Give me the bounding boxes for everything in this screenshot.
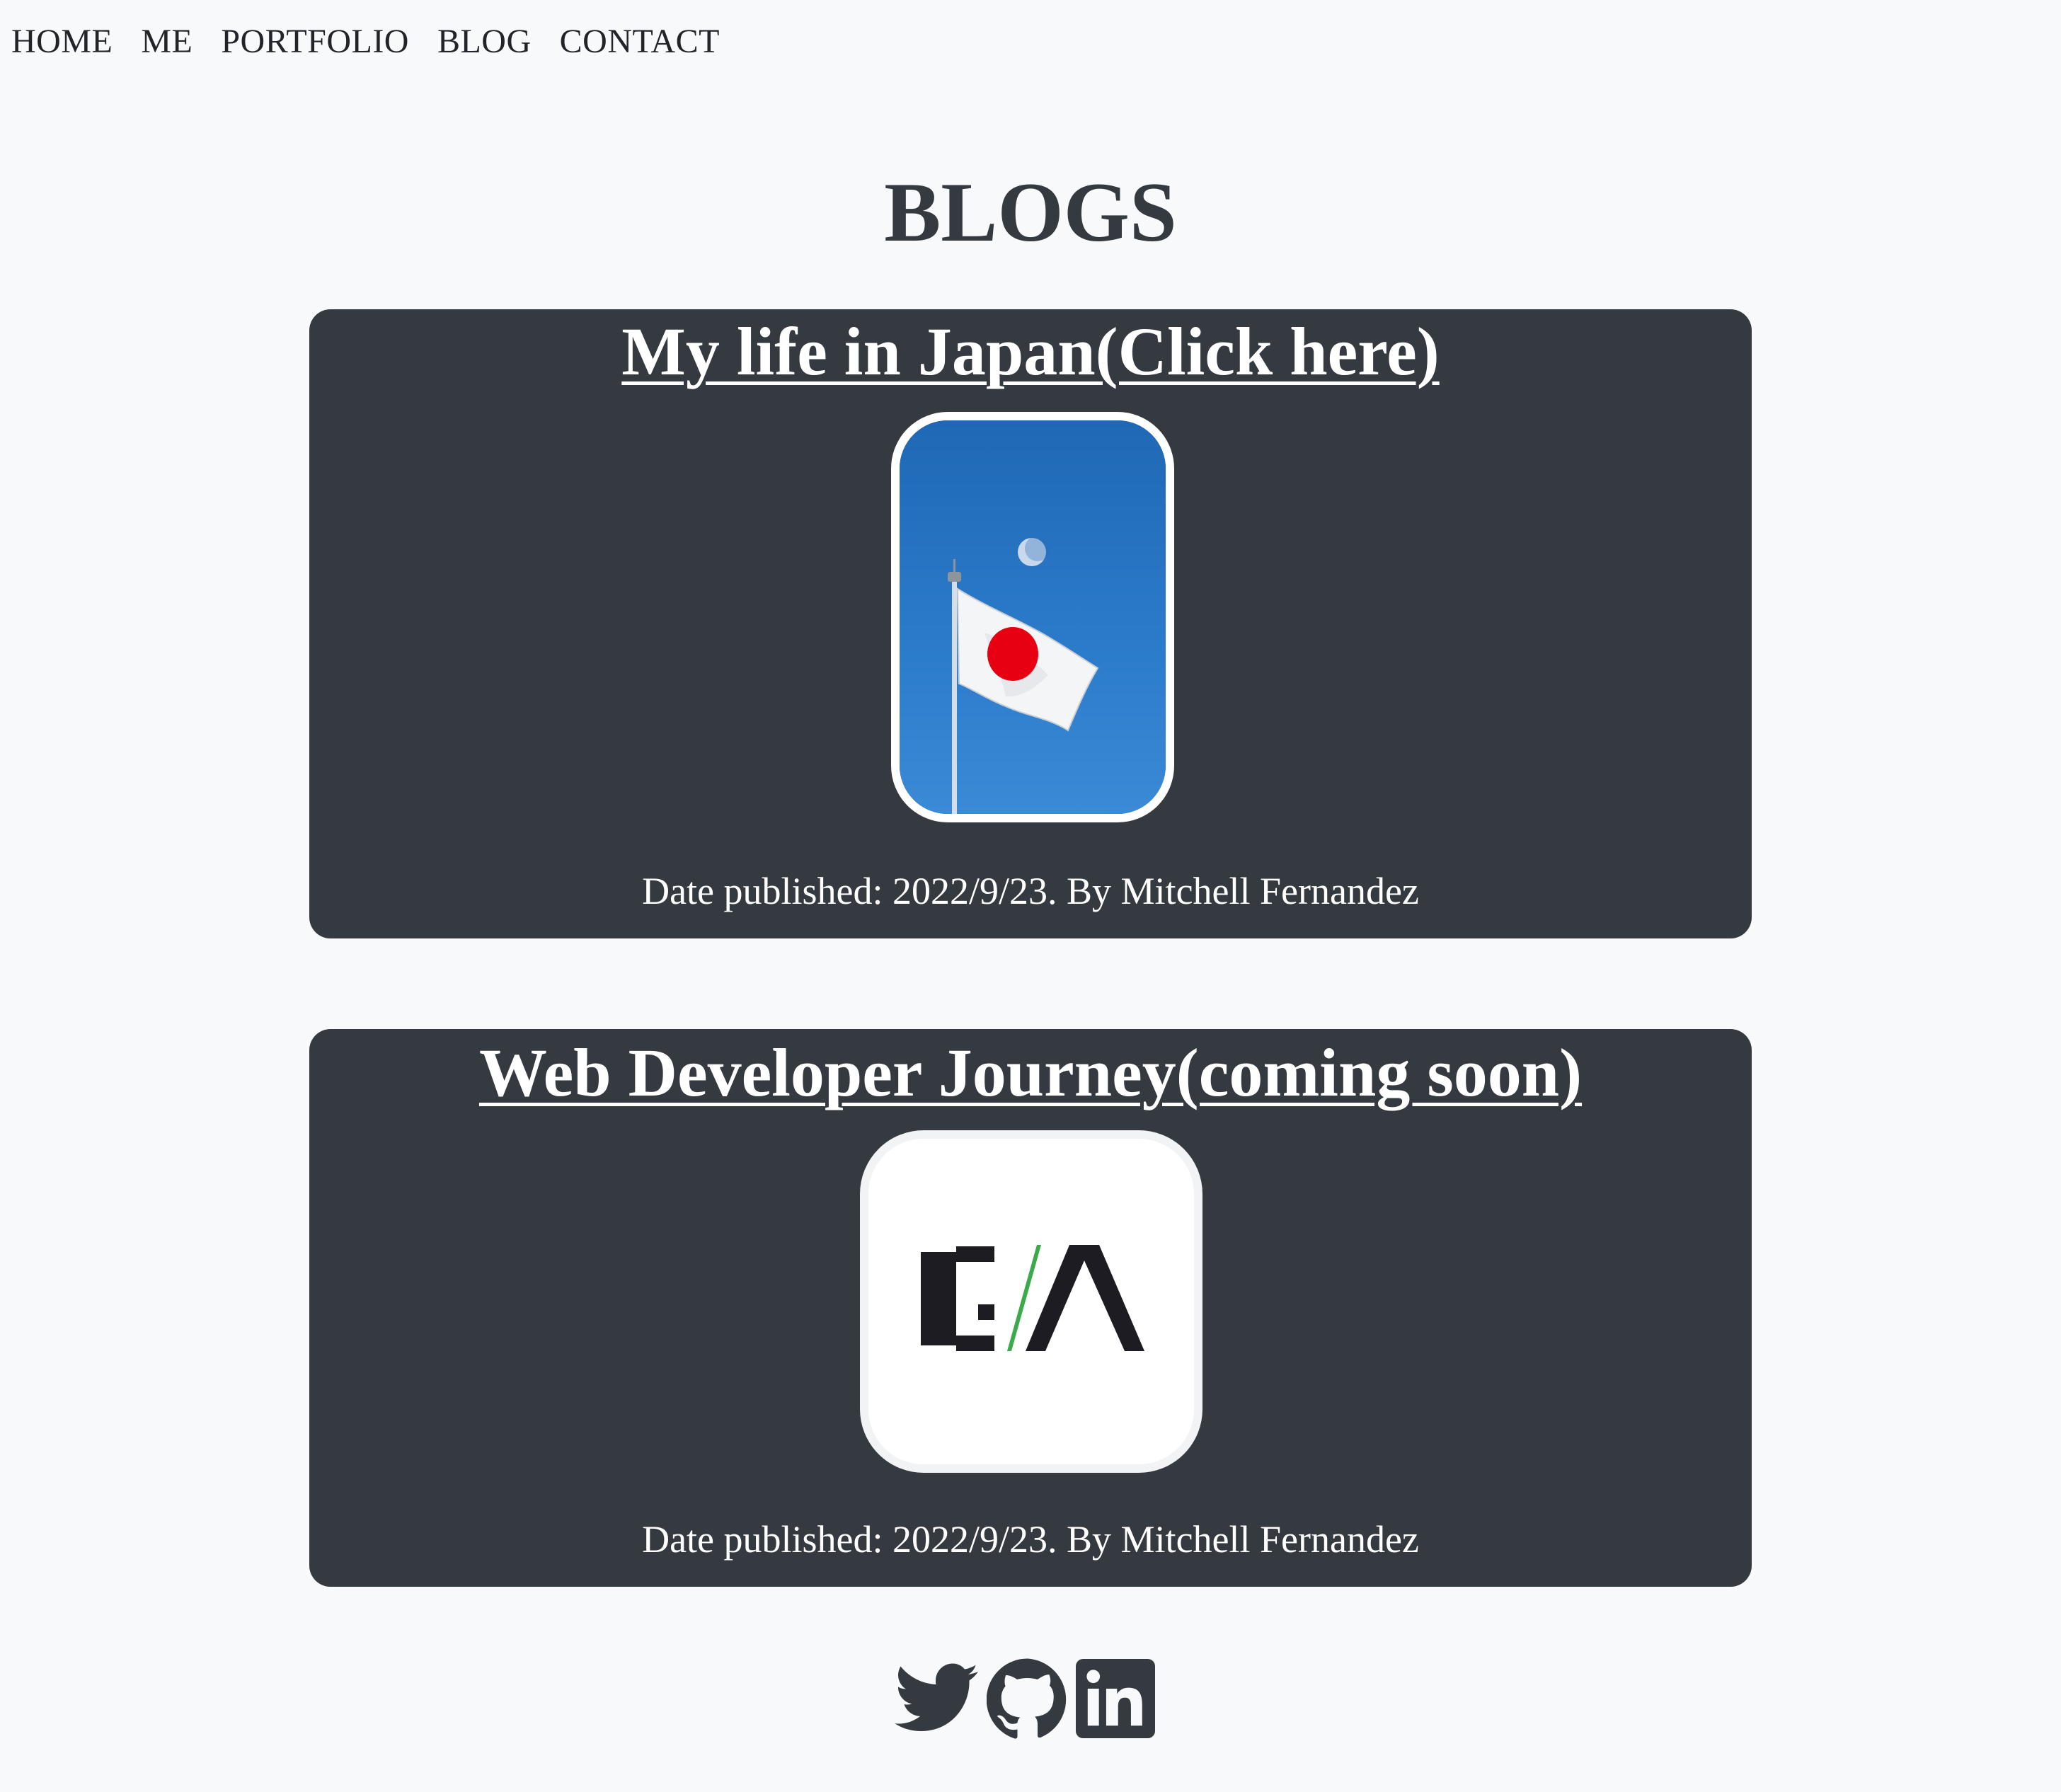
- blog-title-link[interactable]: My life in Japan(Click here): [621, 314, 1439, 389]
- blog-card-meta: Date published: 2022/9/23. By Mitchell F…: [642, 1518, 1419, 1561]
- nav-me-link[interactable]: ME: [141, 22, 193, 61]
- blog-card: My life in Japan(Click here) Date publis…: [309, 309, 1752, 938]
- blog-card-title: Web Developer Journey(coming soon): [309, 1030, 1752, 1115]
- github-link[interactable]: [987, 1658, 1069, 1740]
- blog-card: Web Developer Journey(coming soon) Date …: [309, 1029, 1752, 1587]
- blog-card-meta: Date published: 2022/9/23. By Mitchell F…: [642, 870, 1419, 912]
- nav-portfolio-link[interactable]: PORTFOLIO: [221, 22, 409, 61]
- page: HOME ME PORTFOLIO BLOG CONTACT BLOGS My …: [0, 0, 2061, 1792]
- twitter-icon: [895, 1663, 978, 1731]
- social-links: [895, 1656, 1155, 1741]
- github-icon: [987, 1658, 1067, 1739]
- nav-contact-link[interactable]: CONTACT: [560, 22, 720, 61]
- nav-home-link[interactable]: HOME: [11, 22, 113, 61]
- ca-logo-icon: [868, 1139, 1194, 1464]
- blog-title-link[interactable]: Web Developer Journey(coming soon): [479, 1035, 1582, 1110]
- japan-flag-photo[interactable]: [891, 412, 1174, 822]
- ca-logo-image[interactable]: [860, 1130, 1202, 1473]
- twitter-link[interactable]: [895, 1663, 980, 1734]
- linkedin-link[interactable]: [1076, 1659, 1155, 1738]
- page-title: BLOGS: [884, 165, 1177, 259]
- blog-card-title: My life in Japan(Click here): [309, 309, 1752, 394]
- linkedin-icon: [1076, 1659, 1155, 1738]
- top-nav: HOME ME PORTFOLIO BLOG CONTACT: [11, 16, 748, 67]
- nav-blog-link[interactable]: BLOG: [437, 22, 532, 61]
- japan-flag-icon: [900, 420, 1166, 814]
